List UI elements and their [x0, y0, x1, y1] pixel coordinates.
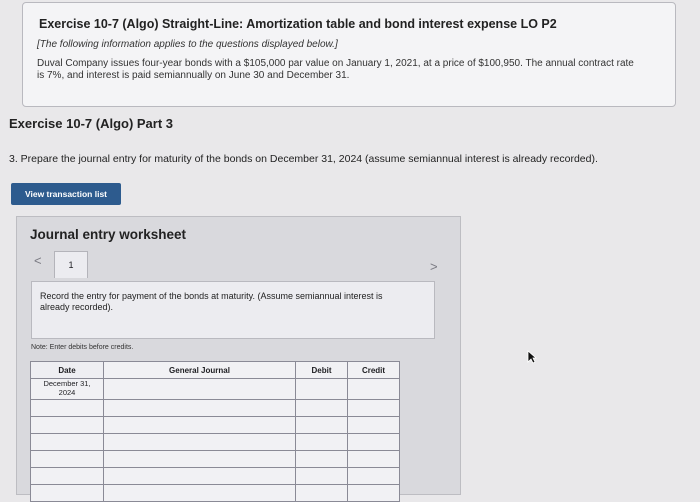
date-cell [30, 450, 104, 468]
debit-input[interactable] [295, 467, 348, 485]
table-row [30, 399, 400, 417]
credit-input[interactable] [347, 484, 400, 502]
info-body: Duval Company issues four-year bonds wit… [37, 58, 634, 81]
mouse-cursor-icon [527, 350, 537, 364]
chevron-left-icon[interactable]: < [34, 253, 42, 268]
account-input[interactable] [103, 378, 296, 400]
credit-input[interactable] [347, 416, 400, 434]
table-row [30, 484, 400, 502]
info-panel: Exercise 10-7 (Algo) Straight-Line: Amor… [22, 2, 676, 107]
date-cell [30, 433, 104, 451]
date-cell: December 31, 2024 [30, 378, 104, 400]
date-cell [30, 467, 104, 485]
debits-credits-note: Note: Enter debits before credits. [31, 344, 134, 351]
debit-input[interactable] [295, 378, 348, 400]
question-text: 3. Prepare the journal entry for maturit… [9, 153, 598, 165]
account-input[interactable] [103, 467, 296, 485]
part-title: Exercise 10-7 (Algo) Part 3 [9, 116, 174, 131]
chevron-right-icon[interactable]: > [430, 259, 438, 274]
general-journal-header: General Journal [103, 361, 296, 379]
account-input[interactable] [103, 450, 296, 468]
debit-input[interactable] [295, 416, 348, 434]
account-input[interactable] [103, 433, 296, 451]
date-cell [30, 416, 104, 434]
view-transaction-list-button[interactable]: View transaction list [11, 183, 121, 205]
credit-input[interactable] [347, 378, 400, 400]
date-header: Date [30, 361, 104, 379]
credit-input[interactable] [347, 399, 400, 417]
table-row [30, 450, 400, 468]
date-cell [30, 484, 104, 502]
debit-input[interactable] [295, 450, 348, 468]
table-row [30, 467, 400, 485]
table-row [30, 433, 400, 451]
worksheet-title: Journal entry worksheet [30, 227, 187, 242]
instruction-text: Record the entry for payment of the bond… [40, 291, 383, 312]
credit-input[interactable] [347, 467, 400, 485]
instruction-box: Record the entry for payment of the bond… [31, 281, 435, 339]
credit-input[interactable] [347, 433, 400, 451]
journal-worksheet: Journal entry worksheet < 1 > Record the… [16, 216, 461, 502]
credit-header: Credit [347, 361, 400, 379]
table-row [30, 416, 400, 434]
table-row: December 31, 2024 [30, 378, 400, 400]
debit-input[interactable] [295, 433, 348, 451]
credit-input[interactable] [347, 450, 400, 468]
debit-input[interactable] [295, 399, 348, 417]
account-input[interactable] [103, 416, 296, 434]
debit-header: Debit [295, 361, 348, 379]
account-input[interactable] [103, 399, 296, 417]
worksheet-tab-1[interactable]: 1 [54, 251, 88, 278]
info-note: [The following information applies to th… [37, 39, 338, 50]
journal-table: Date General Journal Debit Credit Decemb… [30, 361, 400, 502]
date-cell [30, 399, 104, 417]
debit-input[interactable] [295, 484, 348, 502]
exercise-title: Exercise 10-7 (Algo) Straight-Line: Amor… [39, 17, 557, 31]
account-input[interactable] [103, 484, 296, 502]
